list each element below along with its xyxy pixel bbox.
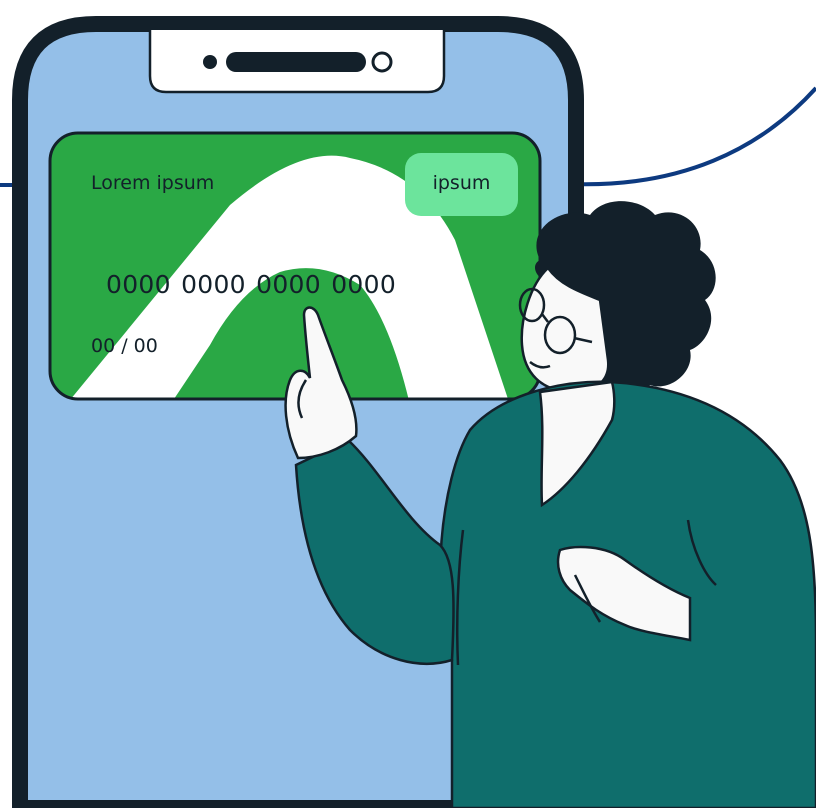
phone-camera-icon: [371, 51, 393, 73]
card-number: 0000 0000 0000 0000: [106, 270, 397, 299]
card-expiry: 00 / 00: [91, 335, 158, 357]
phone-speaker-icon: [226, 52, 366, 72]
card-brand-label: Lorem ipsum: [91, 172, 215, 194]
background-line-right: [569, 86, 816, 187]
phone-dot-icon: [203, 55, 217, 69]
card-badge-label[interactable]: ipsum: [405, 172, 518, 194]
illustration: [0, 16, 816, 808]
